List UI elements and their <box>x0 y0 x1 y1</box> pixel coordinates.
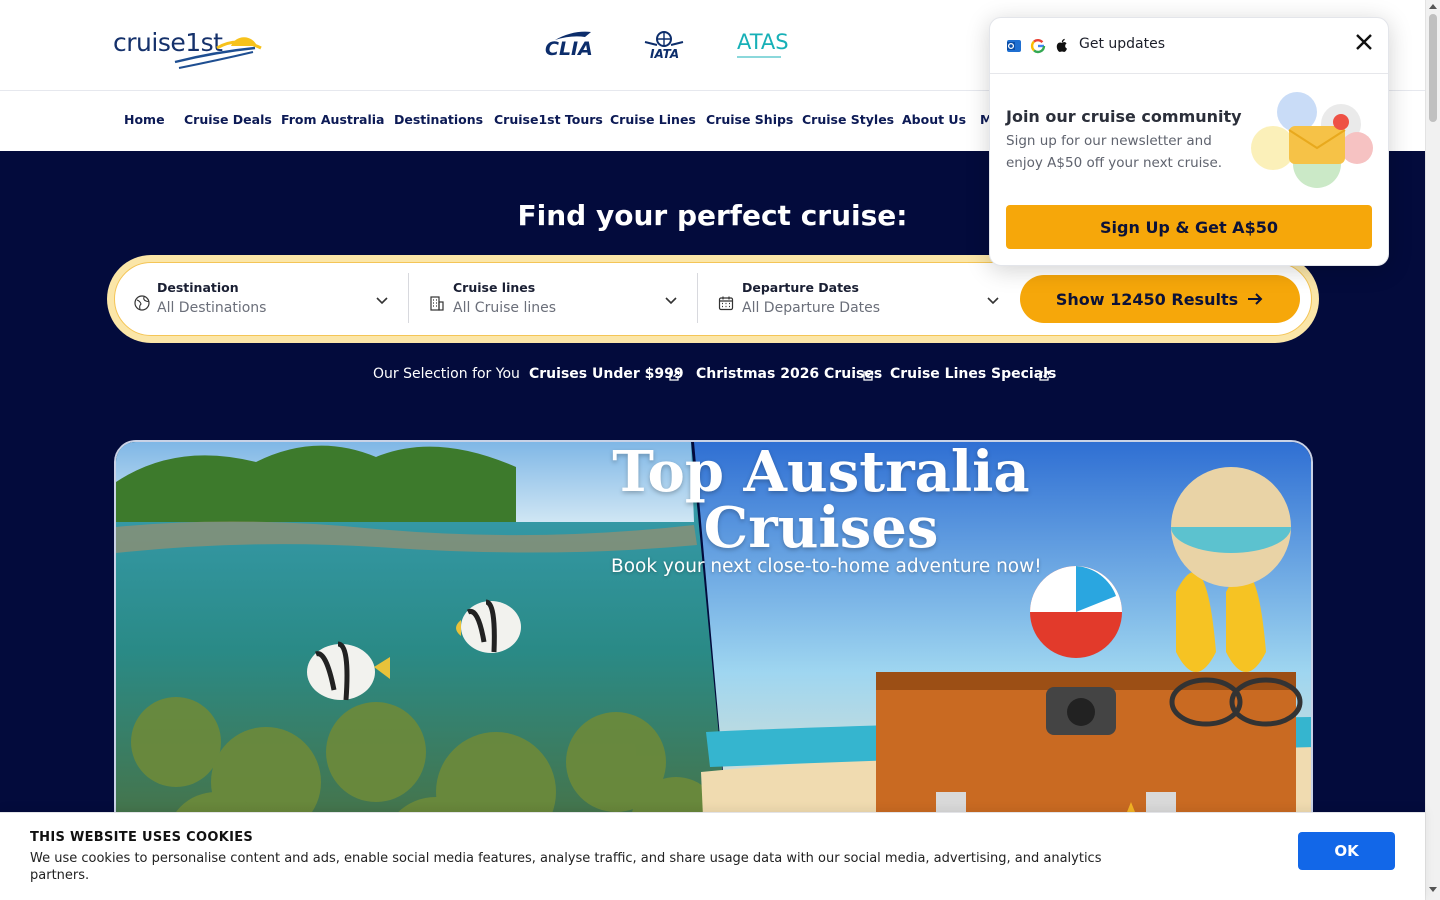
globe-icon <box>134 295 150 311</box>
show-results-label: Show 12450 Results <box>1055 289 1239 309</box>
arrow-right-icon <box>1248 293 1263 305</box>
nav-home[interactable]: Home <box>124 112 165 127</box>
nav-cruise-styles[interactable]: Cruise Styles <box>802 112 894 127</box>
promo-banner[interactable]: Top Australia Cruises Book your next clo… <box>114 440 1313 860</box>
building-icon <box>430 296 444 311</box>
external-link-icon <box>669 370 680 381</box>
departure-dates-select[interactable]: Departure Dates All Departure Dates <box>698 262 1014 336</box>
popup-provider-icons <box>1006 38 1070 54</box>
close-icon[interactable] <box>1354 32 1374 52</box>
popup-header-title: Get updates <box>1079 36 1166 52</box>
chevron-down-icon <box>987 297 999 305</box>
scroll-thumb[interactable] <box>1429 14 1437 122</box>
banner-subtitle: Book your next close-to-home adventure n… <box>611 556 1042 577</box>
destination-select[interactable]: Destination All Destinations <box>114 262 408 336</box>
nav-about-us[interactable]: About Us <box>902 112 966 127</box>
nav-from-australia[interactable]: From Australia <box>281 112 384 127</box>
link-cruises-under-999[interactable]: Cruises Under $999 <box>529 366 684 386</box>
selection-label: Our Selection for You <box>373 366 520 382</box>
popup-heading: Join our cruise community <box>1006 107 1242 126</box>
nav-cruise-lines[interactable]: Cruise Lines <box>610 112 696 127</box>
external-link-icon <box>1039 370 1050 381</box>
google-icon <box>1030 38 1046 54</box>
scroll-down-icon[interactable] <box>1429 887 1437 892</box>
cookie-title: THIS WEBSITE USES COOKIES <box>30 830 254 845</box>
nav-cruise1st-tours[interactable]: Cruise1st Tours <box>494 112 603 127</box>
nav-destinations[interactable]: Destinations <box>394 112 483 127</box>
iata-logo: IATA <box>641 30 687 62</box>
popup-text: Sign up for our newsletter and enjoy A$5… <box>1006 133 1223 171</box>
newsletter-popup: Get updates Join our cruise community Si… <box>989 17 1389 266</box>
chevron-down-icon <box>376 297 388 305</box>
calendar-icon <box>718 296 734 311</box>
cookie-banner: THIS WEBSITE USES COOKIES We use cookies… <box>0 812 1425 900</box>
logo-waves-icon <box>174 37 262 69</box>
popup-header: Get updates <box>990 18 1388 74</box>
external-link-icon <box>863 370 874 381</box>
apple-icon <box>1056 38 1067 53</box>
nav-cruise-ships[interactable]: Cruise Ships <box>706 112 793 127</box>
show-results-button[interactable]: Show 12450 Results <box>1020 275 1300 323</box>
scroll-up-icon[interactable] <box>1429 4 1437 9</box>
clia-logo: CLIA <box>545 30 595 62</box>
banner-title: Top Australia Cruises <box>612 440 1030 561</box>
chevron-down-icon <box>665 297 677 305</box>
cruise1st-logo[interactable]: cruise1st <box>113 28 263 74</box>
cruise-lines-select[interactable]: Cruise lines All Cruise lines <box>409 262 697 336</box>
envelope-illustration-icon <box>1251 92 1373 188</box>
cookie-text: We use cookies to personalise content an… <box>30 851 1102 883</box>
page-scrollbar[interactable] <box>1425 0 1440 900</box>
outlook-icon <box>1007 40 1021 52</box>
signup-button[interactable]: Sign Up & Get A$50 <box>1006 205 1372 249</box>
link-cruise-lines-specials[interactable]: Cruise Lines Specials <box>890 366 1056 386</box>
cookie-ok-button[interactable]: OK <box>1298 832 1395 870</box>
link-christmas-2026-cruises[interactable]: Christmas 2026 Cruises <box>696 366 882 386</box>
atas-logo: ATAS <box>737 30 789 58</box>
nav-cruise-deals[interactable]: Cruise Deals <box>184 112 272 127</box>
